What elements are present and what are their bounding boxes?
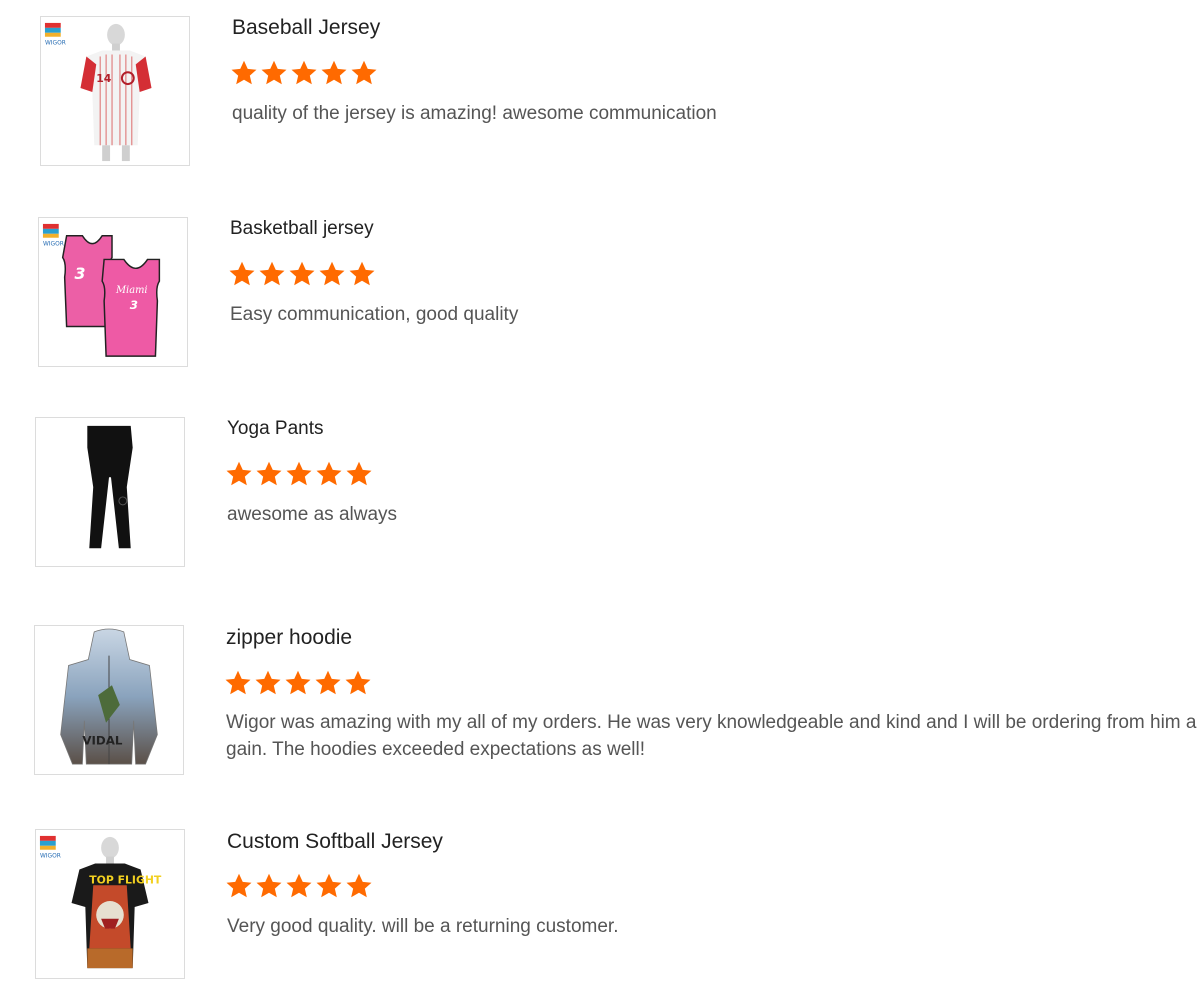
zipper-hoodie-image: VIDAL [60, 628, 158, 765]
baseball-jersey-image: WIGOR 14 [44, 22, 152, 162]
product-thumbnail-softball-jersey[interactable]: WIGOR TOP FLIGHT [35, 829, 185, 979]
svg-text:VIDAL: VIDAL [82, 733, 123, 747]
review-comment: Wigor was amazing with my all of my orde… [226, 712, 1197, 760]
product-title[interactable]: Baseball Jersey [232, 16, 380, 40]
star-rating [224, 669, 372, 697]
yoga-pants-image [87, 425, 133, 549]
star-icon [289, 261, 315, 286]
star-icon [231, 60, 257, 85]
star-icon [286, 461, 312, 486]
star-icon [226, 873, 252, 898]
star-icon [315, 670, 341, 695]
star-icon [316, 461, 342, 486]
star-icon [259, 261, 285, 286]
star-icon [285, 670, 311, 695]
svg-text:WIGOR: WIGOR [40, 854, 61, 860]
star-icon [256, 461, 282, 486]
product-thumbnail-zipper-hoodie[interactable]: VIDAL [34, 625, 184, 775]
product-thumbnail-basketball-jersey[interactable]: WIGOR 3 Miami 3 [38, 217, 188, 367]
product-title[interactable]: Yoga Pants [227, 418, 324, 440]
star-icon [261, 60, 287, 85]
review-comment: Easy communication, good quality [230, 304, 519, 325]
star-icon [225, 670, 251, 695]
star-icon [345, 670, 371, 695]
star-icon [256, 873, 282, 898]
basketball-jersey-image: WIGOR 3 Miami 3 [42, 223, 161, 357]
svg-text:3: 3 [75, 264, 86, 283]
star-icon [351, 60, 377, 85]
star-icon [346, 461, 372, 486]
softball-jersey-image: WIGOR TOP FLIGHT [39, 835, 162, 969]
star-icon [349, 261, 375, 286]
product-title[interactable]: Basketball jersey [230, 218, 374, 240]
star-icon [226, 461, 252, 486]
star-icon [316, 873, 342, 898]
svg-text:14: 14 [96, 72, 112, 85]
product-thumbnail-baseball-jersey[interactable]: WIGOR 14 [40, 16, 190, 166]
star-icon [255, 670, 281, 695]
star-icon [229, 261, 255, 286]
star-rating [230, 59, 378, 87]
product-title[interactable]: zipper hoodie [226, 626, 352, 650]
product-thumbnail-yoga-pants[interactable] [35, 417, 185, 567]
svg-text:3: 3 [130, 298, 138, 312]
review-comment: quality of the jersey is amazing! awesom… [232, 103, 717, 124]
star-rating [228, 260, 376, 288]
star-icon [321, 60, 347, 85]
review-comment: Very good quality. will be a returning c… [227, 916, 619, 937]
svg-text:WIGOR: WIGOR [43, 242, 64, 248]
star-icon [291, 60, 317, 85]
star-icon [346, 873, 372, 898]
star-rating [225, 460, 373, 488]
svg-text:Miami: Miami [115, 285, 148, 296]
star-icon [319, 261, 345, 286]
product-title[interactable]: Custom Softball Jersey [227, 830, 443, 854]
star-rating [225, 872, 373, 900]
svg-text:TOP FLIGHT: TOP FLIGHT [89, 873, 162, 886]
star-icon [286, 873, 312, 898]
svg-text:WIGOR: WIGOR [45, 41, 66, 47]
review-comment: awesome as always [227, 504, 398, 525]
